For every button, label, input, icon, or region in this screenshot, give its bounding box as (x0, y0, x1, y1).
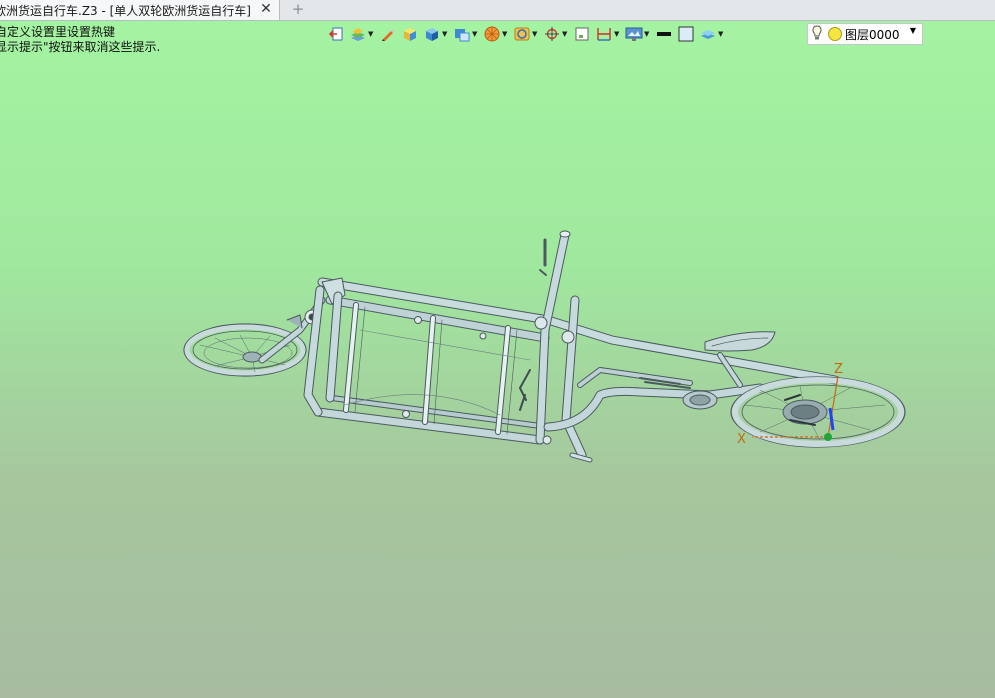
shaded-cube-icon (401, 25, 419, 43)
hint-line-2: 显示提示"按钮来取消这些提示. (0, 40, 161, 54)
chevron-down-icon: ▼ (442, 30, 448, 38)
line-color-icon (655, 25, 673, 43)
layers-view-button[interactable]: ▼ (349, 24, 375, 44)
display-button[interactable]: ▼ (625, 24, 651, 44)
chevron-down-icon: ▼ (502, 30, 508, 38)
cargo-bike-model (183, 230, 906, 463)
sketch-button[interactable] (379, 24, 397, 44)
layer-color-dot (828, 27, 842, 41)
axis-origin (824, 433, 832, 441)
hint-text: 自定义设置里设置热键 显示提示"按钮来取消这些提示. (0, 25, 160, 55)
fill-color-icon (677, 25, 695, 43)
x-axis-label: X (737, 432, 746, 447)
line-color-button[interactable] (655, 24, 673, 44)
3d-viewport[interactable]: Z X (0, 0, 995, 698)
monitor-icon (625, 25, 643, 43)
close-tab-icon[interactable]: ✕ (259, 1, 273, 17)
chevron-down-icon: ▼ (532, 30, 538, 38)
front-wheel (183, 323, 307, 377)
document-tab-title: 欧洲货运自行车.Z3 - [单人双轮欧洲货运自行车] (0, 3, 251, 18)
bulb-icon[interactable] (811, 24, 825, 44)
chevron-down-icon: ▼ (562, 30, 568, 38)
chevron-down-icon: ▼ (368, 30, 374, 38)
exit-view-icon (327, 25, 345, 43)
solid-cube-icon (423, 25, 441, 43)
exit-view-button[interactable] (327, 24, 345, 44)
layer-select[interactable]: 图层0000 ▼ (807, 23, 923, 45)
fit-view-button[interactable] (573, 24, 591, 44)
hint-line-1: 自定义设置里设置热键 (0, 25, 116, 39)
solid-button[interactable]: ▼ (423, 24, 449, 44)
layer-name: 图层0000 (845, 27, 900, 42)
pan-target-button[interactable]: ▼ (543, 24, 569, 44)
view-cube-button[interactable]: ▼ (453, 24, 479, 44)
layer-stack-icon (699, 25, 717, 43)
render-button[interactable]: ▼ (483, 24, 509, 44)
fill-color-button[interactable] (677, 24, 695, 44)
document-tab-bar: 欧洲货运自行车.Z3 - [单人双轮欧洲货运自行车] ✕ + (0, 0, 995, 21)
layers-view-icon (349, 25, 367, 43)
app-window: Z X 欧洲货运自行车.Z3 - [单人双轮欧洲货运自行车] ✕ + 自定义设置… (0, 0, 995, 698)
view-cube-icon (453, 25, 471, 43)
dimension-icon (595, 25, 613, 43)
rotate-view-icon (513, 25, 531, 43)
view-toolbar: ▼ ▼ ▼ ▼ ▼ ▼ ▼ ▼ ▼ (327, 23, 725, 45)
chevron-down-icon[interactable]: ▼ (910, 26, 916, 35)
pencil-icon (379, 25, 397, 43)
chevron-down-icon: ▼ (614, 30, 620, 38)
rotate-view-button[interactable]: ▼ (513, 24, 539, 44)
z-axis-label: Z (834, 362, 843, 377)
new-tab-icon[interactable]: + (290, 0, 306, 20)
dimension-button[interactable]: ▼ (595, 24, 621, 44)
layer-manager-button[interactable]: ▼ (699, 24, 725, 44)
shaded-button[interactable] (401, 24, 419, 44)
document-tab[interactable]: 欧洲货运自行车.Z3 - [单人双轮欧洲货运自行车] ✕ (0, 0, 280, 20)
chevron-down-icon: ▼ (472, 30, 478, 38)
chevron-down-icon: ▼ (718, 30, 724, 38)
pan-target-icon (543, 25, 561, 43)
render-sphere-icon (483, 25, 501, 43)
fit-view-icon (573, 25, 591, 43)
chevron-down-icon: ▼ (644, 30, 650, 38)
